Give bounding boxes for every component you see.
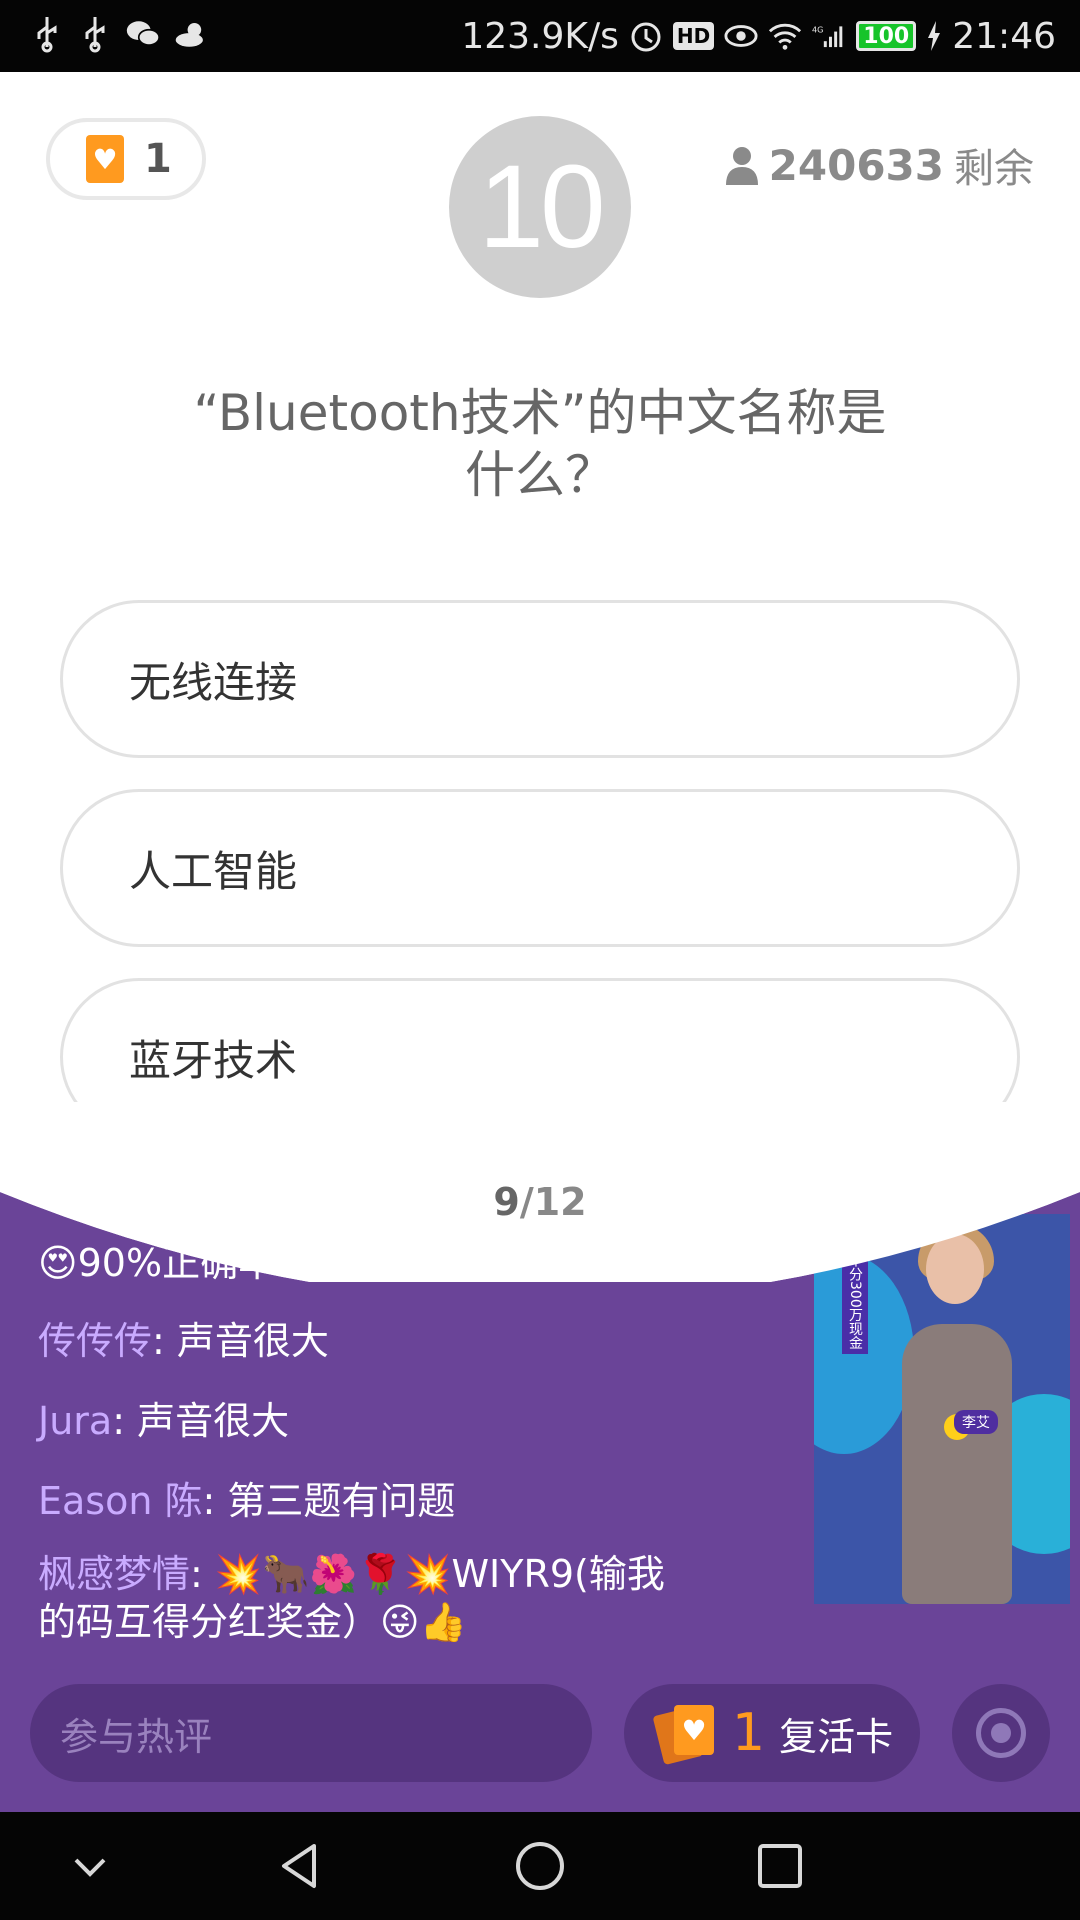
lives-count: 1	[144, 136, 172, 182]
video-banner: 题平分300万现金	[842, 1234, 868, 1354]
revive-card-button[interactable]: ♥ 1 复活卡	[624, 1684, 920, 1782]
wechat-icon	[126, 14, 160, 54]
comment-text: : 声音很大	[152, 1319, 329, 1363]
revive-count: 1	[732, 1703, 766, 1763]
revive-label: 复活卡	[779, 1714, 894, 1759]
progress-current: 9	[493, 1180, 520, 1224]
quiz-card: ♥ 1 10 240633 剩余 “Bluetooth技术”的中文名称是什么？ …	[0, 72, 1080, 1282]
signal-icon: 4G	[812, 16, 846, 56]
comment-input[interactable]: 参与热评	[30, 1684, 592, 1782]
battery-indicator: 100	[856, 21, 917, 51]
comment-user: 传传传	[38, 1319, 153, 1363]
remaining-players: 240633 剩余	[725, 136, 1034, 194]
countdown-timer: 10	[449, 116, 631, 298]
record-button[interactable]	[952, 1684, 1050, 1782]
host-name-tag: 李艾	[954, 1410, 998, 1434]
remaining-count: 240633	[768, 140, 944, 190]
lives-counter: ♥ 1	[46, 118, 206, 200]
comment-item-partial: 😍90%正确率	[38, 1241, 277, 1285]
eye-icon	[724, 16, 758, 56]
home-icon[interactable]	[510, 1836, 570, 1896]
weather-icon	[174, 14, 208, 54]
usb-icon	[30, 14, 64, 54]
hd-badge: HD	[672, 22, 715, 50]
status-right: 123.9K/s HD 4G 100 21:46	[461, 10, 1056, 62]
chevron-down-icon[interactable]	[60, 1836, 120, 1896]
revive-card-icon: ♥	[652, 1703, 718, 1766]
usb-icon	[78, 14, 112, 54]
charging-icon	[926, 16, 942, 56]
wifi-icon	[768, 16, 802, 56]
comment-user: Jura	[38, 1399, 113, 1443]
answer-option-1[interactable]: 无线连接	[60, 600, 1020, 758]
heart-card-icon: ♥	[86, 135, 124, 183]
comment-item: Jura: 声音很大	[38, 1390, 289, 1445]
comment-user: 枫感梦情	[38, 1552, 191, 1596]
comment-text: : 声音很大	[112, 1399, 290, 1443]
comment-user: Eason 陈	[38, 1479, 203, 1523]
answer-option-2[interactable]: 人工智能	[60, 789, 1020, 947]
recents-icon[interactable]	[750, 1836, 810, 1896]
svg-text:4G: 4G	[812, 24, 823, 34]
clock: 21:46	[952, 15, 1056, 57]
host-head	[926, 1234, 984, 1304]
comment-item: 传传传: 声音很大	[38, 1310, 329, 1365]
system-nav-bar	[0, 1812, 1080, 1920]
status-left-icons	[30, 14, 208, 54]
record-icon	[976, 1708, 1026, 1758]
remaining-label: 剩余	[954, 146, 1034, 192]
comment-text: : 第三题有问题	[202, 1479, 456, 1523]
person-icon	[725, 147, 758, 185]
question-text: “Bluetooth技术”的中文名称是什么？	[193, 384, 887, 504]
alarm-icon	[629, 16, 663, 56]
net-speed: 123.9K/s	[461, 15, 619, 57]
answer-option-3[interactable]: 蓝牙技术	[60, 978, 1020, 1136]
progress-total: /12	[519, 1180, 587, 1224]
comment-item: 枫感梦情: 💥🐂🌺🌹💥WIYR9(输我的码互得分红奖金）😜👍	[38, 1550, 678, 1646]
status-bar: 123.9K/s HD 4G 100 21:46	[0, 0, 1080, 72]
back-icon[interactable]	[270, 1836, 330, 1896]
host-video[interactable]: 题平分300万现金 李艾	[814, 1214, 1070, 1604]
comment-item: Eason 陈: 第三题有问题	[38, 1470, 455, 1525]
host-figure	[902, 1324, 1012, 1604]
question-progress-overlay: 9/12	[0, 1180, 1080, 1224]
